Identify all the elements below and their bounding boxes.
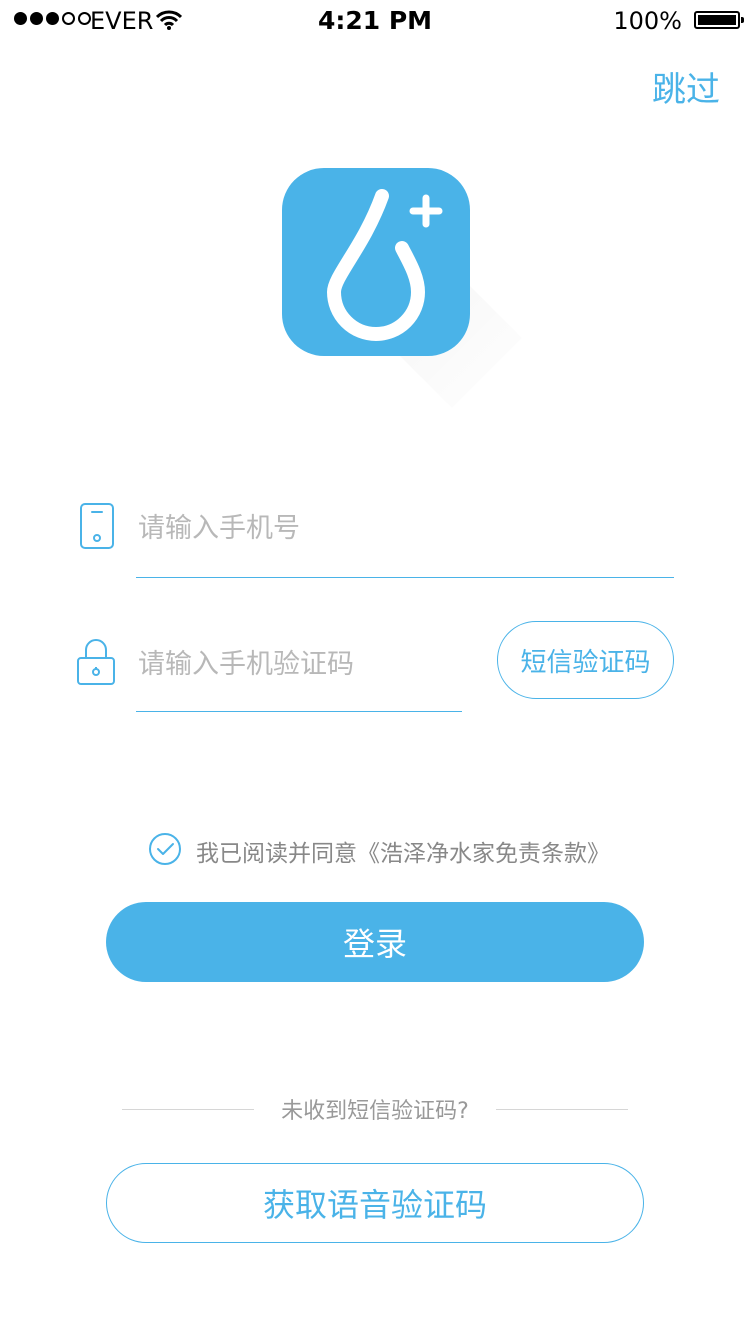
phone-input[interactable] (136, 502, 670, 554)
battery-icon (694, 11, 744, 29)
lock-icon (76, 638, 116, 690)
agreement-row: 我已阅读并同意《浩泽净水家免责条款》 (148, 832, 610, 870)
code-underline (136, 711, 462, 712)
check-circle-icon (149, 833, 181, 865)
water-drop-plus-icon (327, 189, 443, 341)
agreement-checkbox[interactable] (148, 832, 182, 870)
battery-percent: 100% (613, 7, 682, 35)
login-button[interactable]: 登录 (106, 902, 644, 982)
hint-divider-right (496, 1109, 628, 1110)
sms-code-button[interactable]: 短信验证码 (497, 621, 674, 699)
status-bar: EVER 4:21 PM 100% (0, 0, 750, 40)
phone-underline (136, 577, 674, 578)
agreement-text[interactable]: 我已阅读并同意《浩泽净水家免责条款》 (196, 834, 610, 868)
no-sms-hint: 未收到短信验证码? (122, 1093, 628, 1125)
phone-icon (79, 502, 115, 554)
skip-button[interactable]: 跳过 (652, 62, 720, 111)
verification-code-input[interactable] (136, 638, 460, 690)
voice-code-button[interactable]: 获取语音验证码 (106, 1163, 644, 1243)
app-logo (282, 168, 522, 408)
